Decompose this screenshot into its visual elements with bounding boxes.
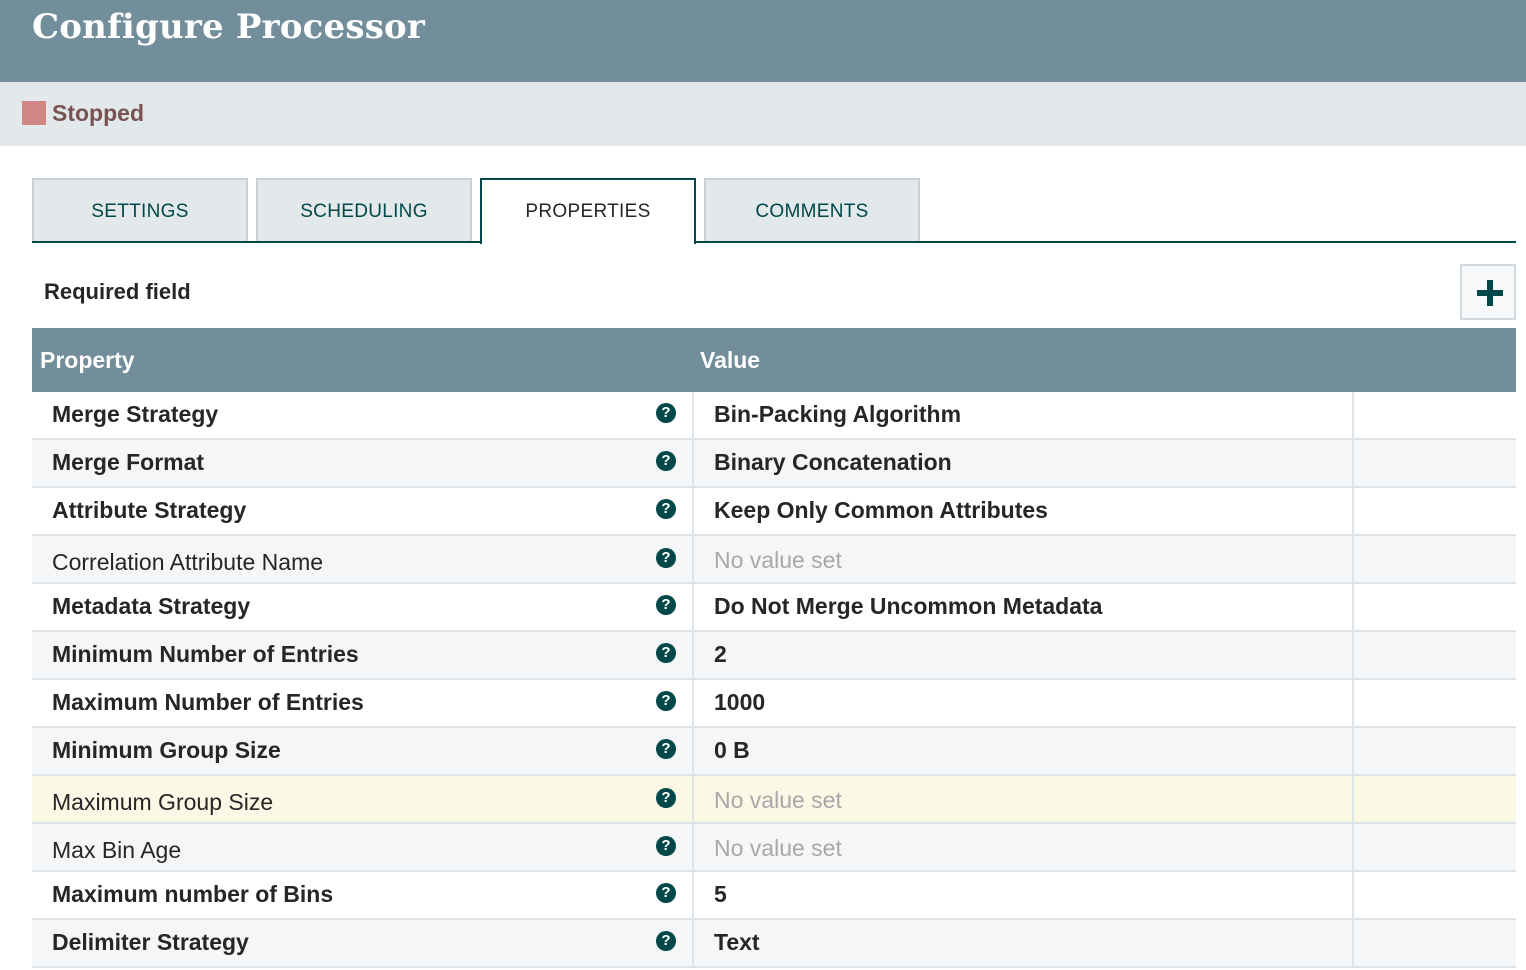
property-name: Max Bin Age [52, 837, 182, 863]
column-divider [1352, 728, 1354, 776]
column-divider [1352, 584, 1354, 632]
question-circle-icon[interactable]: ? [656, 643, 676, 663]
property-name: Maximum Group Size [52, 789, 274, 815]
required-field-legend: Required field [44, 279, 191, 304]
column-divider [692, 776, 694, 824]
property-value[interactable]: No value set [714, 546, 842, 574]
column-divider [692, 824, 694, 872]
table-row[interactable]: Minimum Group Size? 0 B [32, 728, 1516, 776]
properties-table-header: Property Value [32, 328, 1516, 392]
column-divider [1352, 536, 1354, 584]
question-circle-icon[interactable]: ? [656, 836, 676, 856]
property-name: Attribute Strategy [52, 497, 247, 523]
question-circle-icon[interactable]: ? [656, 691, 676, 711]
property-value[interactable]: No value set [714, 834, 842, 862]
tab-underline [32, 241, 1516, 243]
column-divider [692, 488, 694, 536]
processor-status-bar: Stopped [0, 82, 1526, 146]
property-value[interactable]: Do Not Merge Uncommon Metadata [714, 592, 1102, 620]
column-divider [1352, 680, 1354, 728]
column-divider [692, 680, 694, 728]
tab-bar: SETTINGS SCHEDULING PROPERTIES COMMENTS [32, 178, 1516, 244]
property-value[interactable]: No value set [714, 786, 842, 814]
property-name: Merge Strategy [52, 401, 219, 427]
property-value[interactable]: Text [714, 928, 760, 956]
table-row[interactable]: Minimum Number of Entries? 2 [32, 632, 1516, 680]
column-divider [1352, 776, 1354, 824]
column-divider [692, 632, 694, 680]
tab-comments[interactable]: COMMENTS [704, 178, 920, 241]
property-value[interactable]: 0 B [714, 736, 750, 764]
table-row[interactable]: Max Bin Age? No value set [32, 824, 1516, 872]
column-divider [1352, 392, 1354, 440]
property-name: Metadata Strategy [52, 593, 251, 619]
column-divider [692, 536, 694, 584]
property-name: Delimiter Strategy [52, 929, 249, 955]
table-row[interactable]: Maximum number of Bins? 5 [32, 872, 1516, 920]
question-circle-icon[interactable]: ? [656, 931, 676, 951]
question-circle-icon[interactable]: ? [656, 595, 676, 615]
question-circle-icon[interactable]: ? [656, 403, 676, 423]
table-row[interactable]: Correlation Attribute Name? No value set [32, 536, 1516, 584]
dialog-title: Configure Processor [32, 7, 426, 47]
column-divider [1352, 920, 1354, 968]
question-circle-icon[interactable]: ? [656, 883, 676, 903]
property-value[interactable]: 1000 [714, 688, 765, 716]
table-row[interactable]: Maximum Number of Entries? 1000 [32, 680, 1516, 728]
tab-settings[interactable]: SETTINGS [32, 178, 248, 241]
property-value[interactable]: 5 [714, 880, 727, 908]
property-name: Maximum Number of Entries [52, 689, 364, 715]
add-property-button[interactable] [1460, 264, 1516, 320]
column-divider [1352, 872, 1354, 920]
column-divider [692, 440, 694, 488]
column-divider [1352, 824, 1354, 872]
property-value[interactable]: 2 [714, 640, 727, 668]
column-divider [692, 920, 694, 968]
column-divider [692, 584, 694, 632]
column-header-property[interactable]: Property [40, 346, 135, 374]
column-divider [1352, 440, 1354, 488]
table-row[interactable]: Merge Strategy? Bin-Packing Algorithm [32, 392, 1516, 440]
question-circle-icon[interactable]: ? [656, 739, 676, 759]
properties-table: Property Value Merge Strategy? Bin-Packin… [32, 328, 1516, 968]
property-name: Correlation Attribute Name [52, 549, 324, 575]
question-circle-icon[interactable]: ? [656, 548, 676, 568]
tab-scheduling[interactable]: SCHEDULING [256, 178, 472, 241]
table-row[interactable]: Metadata Strategy? Do Not Merge Uncommon … [32, 584, 1516, 632]
column-divider [1352, 632, 1354, 680]
table-row[interactable]: Maximum Group Size? No value set [32, 776, 1516, 824]
dialog-header: Configure Processor [0, 0, 1526, 82]
property-value[interactable]: Bin-Packing Algorithm [714, 400, 961, 428]
column-divider [692, 872, 694, 920]
status-label: Stopped [52, 100, 144, 126]
column-divider [692, 392, 694, 440]
tab-properties[interactable]: PROPERTIES [480, 178, 696, 244]
property-name: Minimum Number of Entries [52, 641, 359, 667]
property-name: Minimum Group Size [52, 737, 281, 763]
property-name: Merge Format [52, 449, 205, 475]
table-row[interactable]: Attribute Strategy? Keep Only Common Attr… [32, 488, 1516, 536]
stopped-square-icon [22, 101, 46, 125]
table-row[interactable]: Delimiter Strategy? Text [32, 920, 1516, 968]
column-header-value[interactable]: Value [700, 346, 760, 374]
property-value[interactable]: Keep Only Common Attributes [714, 496, 1048, 524]
column-divider [1352, 488, 1354, 536]
property-name: Maximum number of Bins [52, 881, 334, 907]
column-divider [692, 728, 694, 776]
question-circle-icon[interactable]: ? [656, 451, 676, 471]
question-circle-icon[interactable]: ? [656, 499, 676, 519]
property-value[interactable]: Binary Concatenation [714, 448, 952, 476]
properties-table-body: Merge Strategy? Bin-Packing Algorithm Merg… [32, 392, 1516, 968]
question-circle-icon[interactable]: ? [656, 788, 676, 808]
table-row[interactable]: Merge Format? Binary Concatenation [32, 440, 1516, 488]
